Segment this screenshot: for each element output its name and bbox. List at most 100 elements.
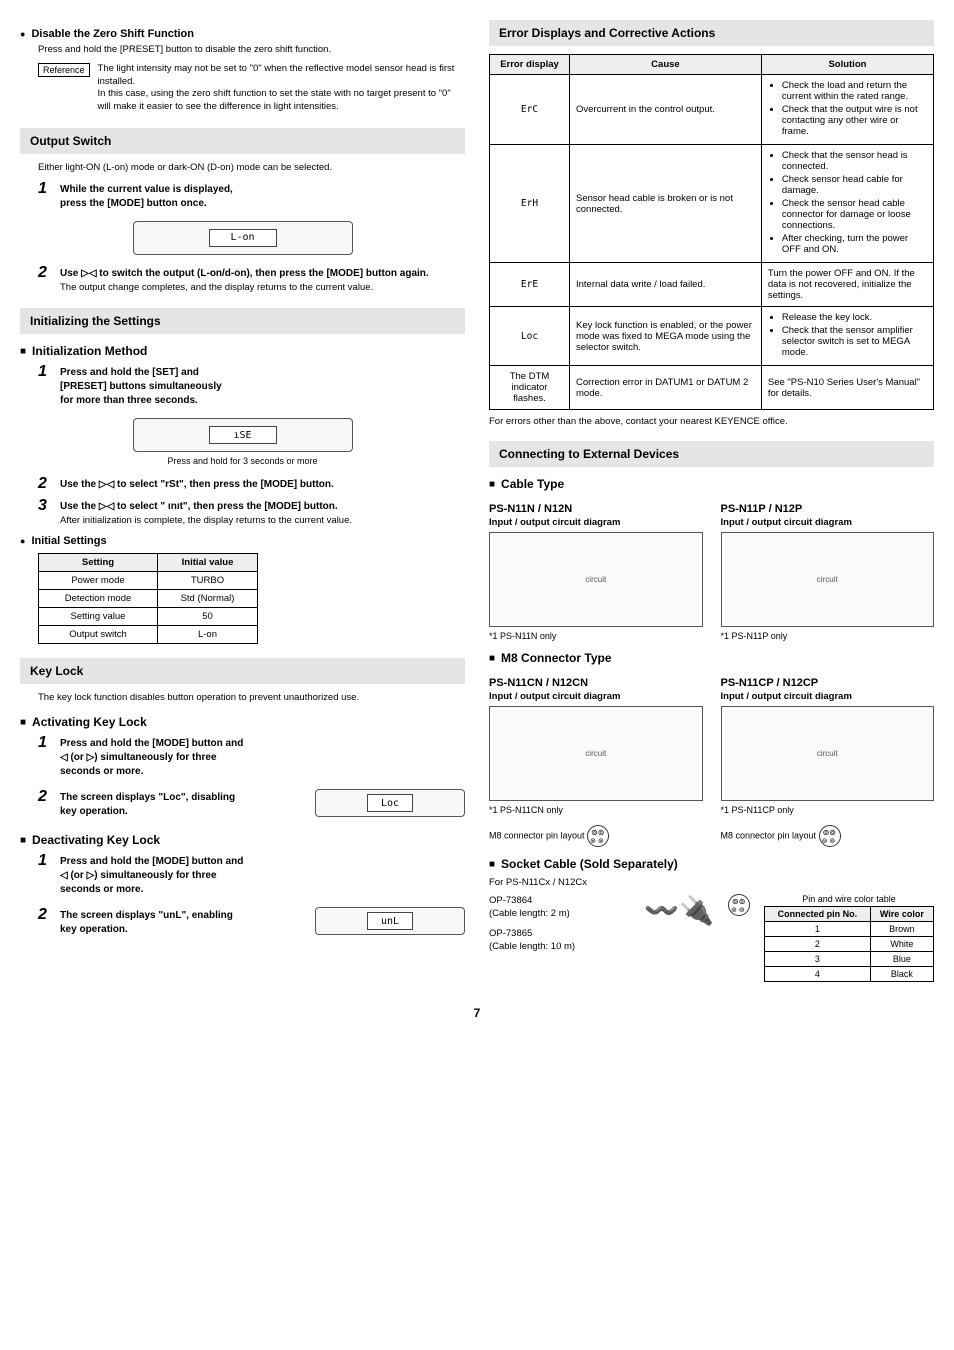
err-cause: Sensor head cable is broken or is not co… <box>570 145 762 263</box>
keylock-head: Key Lock <box>20 658 465 684</box>
deact-step2: The screen displays "unL", enabling key … <box>60 910 233 935</box>
step-num: 1 <box>38 735 52 779</box>
m8-layout-label: M8 connector pin layout <box>721 830 817 840</box>
out-step1a: While the current value is displayed, <box>60 184 233 195</box>
amp-lcd: unL <box>367 912 413 930</box>
err-cause: Overcurrent in the control output. <box>570 75 762 145</box>
err-sol: Release the key lock. Check that the sen… <box>768 312 927 358</box>
circuit-diagram: circuit <box>489 532 703 627</box>
connector-icon <box>728 894 750 916</box>
err-disp: ErE <box>490 263 570 307</box>
cn-right-title: PS-N11CP / N12CP <box>721 677 935 689</box>
col-head: Cause <box>570 55 762 75</box>
amp-lcd: Loc <box>367 794 413 812</box>
foot-n11p: *1 PS-N11P only <box>721 631 935 641</box>
deact-step1: Press and hold the [MODE] button and ◁ (… <box>60 856 243 895</box>
init-step1c: for more than three seconds. <box>60 395 198 406</box>
step-num: 3 <box>38 498 52 527</box>
ref-text2: In this case, using the zero shift funct… <box>98 88 451 112</box>
cn-left-title: PS-N11CN / N12CN <box>489 677 703 689</box>
circuit-diagram: circuit <box>489 706 703 801</box>
initset-head: Initial Settings <box>20 535 465 547</box>
act-step2: The screen displays "Loc", disabling key… <box>60 792 235 817</box>
amplifier-diagram: unL <box>315 907 465 935</box>
circuit-diagram: circuit <box>721 532 935 627</box>
step-num: 1 <box>38 364 52 408</box>
init-step3: Use the ▷◁ to select " ınıt", then press… <box>60 501 338 512</box>
conn-head: Connecting to External Devices <box>489 441 934 467</box>
col-head: Error display <box>490 55 570 75</box>
amp-lcd: L-on <box>209 229 277 247</box>
act-head: Activating Key Lock <box>20 715 465 729</box>
error-table: Error display Cause Solution ErC Overcur… <box>489 54 934 410</box>
err-cause: Key lock function is enabled, or the pow… <box>570 307 762 366</box>
err-sol: See "PS-N10 Series User's Manual" for de… <box>761 366 933 410</box>
err-head: Error Displays and Corrective Actions <box>489 20 934 46</box>
out-step2b: The output change completes, and the dis… <box>60 281 429 294</box>
m8-layout-label: M8 connector pin layout <box>489 830 585 840</box>
n-right-title: PS-N11P / N12P <box>721 503 935 515</box>
step-num: 1 <box>38 853 52 897</box>
op2b: (Cable length: 10 m) <box>489 940 630 953</box>
err-cause: Internal data write / load failed. <box>570 263 762 307</box>
socket-for: For PS-N11Cx / N12Cx <box>489 877 934 888</box>
amplifier-diagram: ıSE <box>133 418 353 452</box>
init-step1b: [PRESET] buttons simultaneously <box>60 381 222 392</box>
init-method-head: Initialization Method <box>20 344 465 358</box>
m8-head: M8 Connector Type <box>489 651 934 665</box>
reference-label: Reference <box>38 63 90 77</box>
keylock-body: The key lock function disables button op… <box>38 692 465 705</box>
err-sol: Check the load and return the current wi… <box>768 80 927 137</box>
connector-icon <box>587 825 609 847</box>
circuit-diagram: circuit <box>721 706 935 801</box>
foot-n11n: *1 PS-N11N only <box>489 631 703 641</box>
socket-head: Socket Cable (Sold Separately) <box>489 857 934 871</box>
dz-body: Press and hold the [PRESET] button to di… <box>38 44 465 57</box>
step-num: 2 <box>38 476 52 492</box>
io-title: Input / output circuit diagram <box>721 517 935 528</box>
out-sw-body: Either light-ON (L-on) mode or dark-ON (… <box>38 162 465 175</box>
step-num: 2 <box>38 789 52 819</box>
io-title: Input / output circuit diagram <box>489 517 703 528</box>
init-hold-note: Press and hold for 3 seconds or more <box>167 456 317 466</box>
pin-table: Connected pin No.Wire color 1Brown 2Whit… <box>764 906 934 982</box>
deact-head: Deactivating Key Lock <box>20 833 465 847</box>
step-num: 2 <box>38 265 52 294</box>
ref-text1: The light intensity may not be set to "0… <box>98 63 455 87</box>
err-disp: The DTM indicator flashes. <box>490 366 570 410</box>
col-head: Setting <box>39 554 158 572</box>
amplifier-diagram: L-on <box>133 221 353 255</box>
err-disp: Loc <box>490 307 570 366</box>
cable-type-head: Cable Type <box>489 477 934 491</box>
act-step1: Press and hold the [MODE] button and ◁ (… <box>60 738 243 777</box>
pin-table-title: Pin and wire color table <box>764 894 934 904</box>
col-head: Solution <box>761 55 933 75</box>
op1: OP-73864 <box>489 894 630 907</box>
amplifier-diagram: Loc <box>315 789 465 817</box>
step-num: 1 <box>38 181 52 211</box>
init-head: Initializing the Settings <box>20 308 465 334</box>
op2: OP-73865 <box>489 927 630 940</box>
output-switch-head: Output Switch <box>20 128 465 154</box>
op1b: (Cable length: 2 m) <box>489 907 630 920</box>
err-sol: Check that the sensor head is connected.… <box>768 150 927 255</box>
amp-lcd: ıSE <box>209 426 277 444</box>
err-sol: Turn the power OFF and ON. If the data i… <box>761 263 933 307</box>
io-title: Input / output circuit diagram <box>721 691 935 702</box>
page-number: 7 <box>20 1006 934 1020</box>
err-disp: ErH <box>490 145 570 263</box>
foot-cn: *1 PS-N11CN only <box>489 805 703 815</box>
n-left-title: PS-N11N / N12N <box>489 503 703 515</box>
init-step1a: Press and hold the [SET] and <box>60 367 199 378</box>
io-title: Input / output circuit diagram <box>489 691 703 702</box>
step-num: 2 <box>38 907 52 937</box>
cable-icon: 〰️🔌 <box>644 894 714 927</box>
out-step1b: press the [MODE] button once. <box>60 198 207 209</box>
disable-zero-shift-head: Disable the Zero Shift Function <box>20 28 465 40</box>
init-step2: Use the ▷◁ to select "rSt", then press t… <box>60 479 334 490</box>
err-disp: ErC <box>490 75 570 145</box>
err-note: For errors other than the above, contact… <box>489 416 934 427</box>
out-step2: Use ▷◁ to switch the output (L-on/d-on),… <box>60 268 429 279</box>
err-cause: Correction error in DATUM1 or DATUM 2 mo… <box>570 366 762 410</box>
col-head: Initial value <box>158 554 258 572</box>
